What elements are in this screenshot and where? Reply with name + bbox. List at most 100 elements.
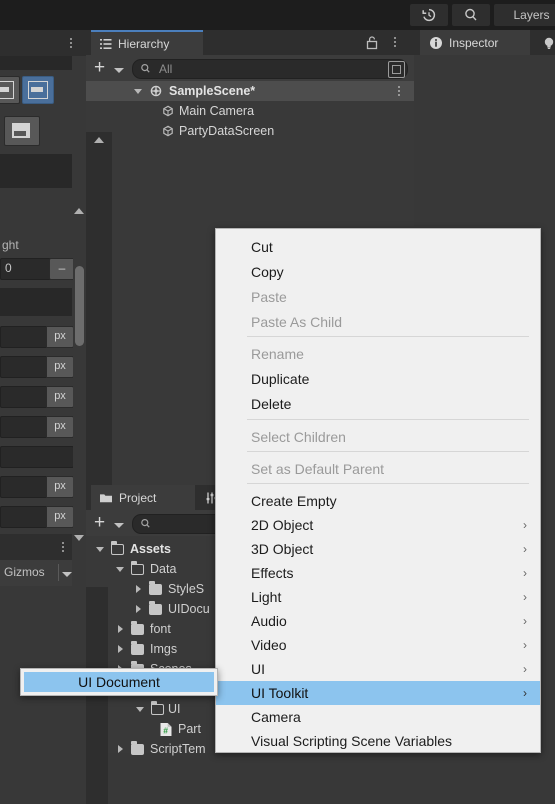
left-pane-scrollbar[interactable]	[73, 206, 86, 576]
expand-arrow-uidocuments[interactable]	[136, 605, 141, 613]
layers-dropdown[interactable]: Layers	[494, 4, 555, 26]
chevron-down-icon[interactable]	[62, 572, 72, 577]
menu-item-audio[interactable]: Audio ›	[216, 609, 540, 633]
project-add-button[interactable]: +	[94, 513, 105, 532]
hierarchy-row-label: PartyDataScreen	[179, 124, 275, 138]
inspector-tabstrip: Inspector	[414, 30, 555, 55]
lock-icon[interactable]	[365, 35, 379, 53]
expand-arrow-font[interactable]	[118, 625, 123, 633]
project-row-label: Imgs	[150, 642, 178, 656]
toolbar-search-button[interactable]	[452, 4, 490, 26]
px-unit-2[interactable]: px	[46, 356, 74, 378]
menu-item-visual-scripting-scene-variables[interactable]: Visual Scripting Scene Variables	[216, 729, 540, 753]
gameobject-icon	[161, 124, 175, 138]
hierarchy-gutter	[86, 132, 112, 536]
px-field-5[interactable]: px	[0, 476, 74, 498]
svg-text:#: #	[163, 725, 168, 735]
expand-arrow-assets[interactable]	[96, 546, 104, 552]
chevron-right-icon: ›	[523, 614, 527, 628]
px-field-3[interactable]: px	[0, 386, 74, 408]
menu-item-copy[interactable]: Copy	[216, 260, 540, 284]
folder-icon	[131, 620, 144, 635]
align-button-2[interactable]	[22, 76, 54, 104]
menu-item-create-empty[interactable]: Create Empty	[216, 489, 540, 513]
scroll-up-icon[interactable]	[74, 208, 84, 214]
scrollbar-thumb[interactable]	[75, 266, 84, 346]
kebab-icon[interactable]	[64, 35, 78, 51]
tab-inspector[interactable]: Inspector	[420, 30, 530, 55]
project-row-label: ScriptTem	[150, 742, 206, 756]
submenu-item-ui-document[interactable]: UI Document	[24, 672, 214, 692]
hierarchy-row-main-camera[interactable]: Main Camera	[86, 101, 414, 121]
height-field-value: 0	[5, 261, 12, 275]
menu-item-duplicate[interactable]: Duplicate	[216, 367, 540, 391]
menu-item-cut[interactable]: Cut	[216, 235, 540, 259]
kebab-icon-scene-row[interactable]	[392, 83, 406, 99]
history-icon	[421, 7, 437, 23]
chevron-right-icon: ›	[523, 542, 527, 556]
expand-arrow-imgs[interactable]	[118, 645, 123, 653]
hierarchy-search-input[interactable]: All	[132, 59, 408, 79]
menu-item-light[interactable]: Light ›	[216, 585, 540, 609]
menu-item-label: Effects	[251, 565, 294, 581]
px-unit-6[interactable]: px	[46, 506, 74, 528]
history-button[interactable]	[410, 4, 448, 26]
chevron-down-icon-project[interactable]	[114, 523, 124, 528]
px-field-4[interactable]: px	[0, 416, 74, 438]
px-unit-1[interactable]: px	[46, 326, 74, 348]
expand-arrow-data[interactable]	[116, 566, 124, 572]
menu-item-ui-toolkit[interactable]: UI Toolkit ›	[216, 681, 540, 705]
left-pane-divider-2	[0, 154, 72, 188]
project-row-label: UIDocu	[168, 602, 210, 616]
left-pane-footer	[0, 534, 72, 560]
kebab-icon-hierarchy[interactable]	[388, 34, 402, 50]
menu-item-delete[interactable]: Delete	[216, 392, 540, 416]
px-field-6[interactable]: px	[0, 506, 74, 528]
script-icon: #	[159, 722, 173, 737]
hierarchy-search-placeholder: All	[159, 62, 173, 76]
hierarchy-row-scene[interactable]: SampleScene*	[86, 81, 414, 101]
px-unit-5[interactable]: px	[46, 476, 74, 498]
plain-field-5[interactable]	[0, 446, 74, 468]
menu-separator-3	[247, 451, 529, 452]
hierarchy-row-partydatascreen[interactable]: PartyDataScreen	[86, 121, 414, 141]
menu-item-select-children: Select Children	[251, 429, 346, 445]
menu-item-3d-object[interactable]: 3D Object ›	[216, 537, 540, 561]
height-field[interactable]: 0 –	[0, 258, 75, 280]
menu-item-video[interactable]: Video ›	[216, 633, 540, 657]
menu-item-2d-object[interactable]: 2D Object ›	[216, 513, 540, 537]
hierarchy-search-expand-button[interactable]	[388, 61, 405, 78]
tab-project[interactable]: Project	[91, 485, 195, 510]
folder-open-icon	[131, 560, 144, 575]
menu-item-ui[interactable]: UI ›	[216, 657, 540, 681]
chevron-right-icon: ›	[523, 566, 527, 580]
menu-item-label: Video	[251, 637, 287, 653]
editor-toolbar: Layers	[0, 0, 555, 30]
align-button-1[interactable]	[0, 76, 20, 104]
align-button-3[interactable]	[4, 116, 40, 146]
search-icon	[463, 7, 479, 23]
px-field-2[interactable]: px	[0, 356, 74, 378]
project-row-label: Part	[178, 722, 201, 736]
folder-icon	[149, 600, 162, 615]
px-unit-3[interactable]: px	[46, 386, 74, 408]
project-row-label: font	[150, 622, 171, 636]
scroll-down-icon[interactable]	[74, 535, 84, 541]
expand-arrow-scene[interactable]	[134, 88, 142, 94]
tab-lighting[interactable]	[534, 30, 555, 55]
folder-icon	[149, 580, 162, 595]
hierarchy-toolbar: + All	[86, 55, 414, 81]
height-unit-dropdown[interactable]: –	[49, 258, 75, 280]
menu-item-effects[interactable]: Effects ›	[216, 561, 540, 585]
expand-arrow-stylesheets[interactable]	[136, 585, 141, 593]
hierarchy-add-button[interactable]: +	[94, 58, 105, 77]
menu-item-camera[interactable]: Camera	[216, 705, 540, 729]
chevron-down-icon-hierarchy[interactable]	[114, 68, 124, 73]
tab-hierarchy[interactable]: Hierarchy	[91, 30, 203, 55]
px-unit-4[interactable]: px	[46, 416, 74, 438]
expand-arrow-ui[interactable]	[136, 706, 144, 712]
menu-item-paste-as-child: Paste As Child	[251, 314, 343, 330]
expand-arrow-scripttemplates[interactable]	[118, 745, 123, 753]
kebab-icon-footer[interactable]	[56, 539, 70, 555]
px-field-1[interactable]: px	[0, 326, 74, 348]
